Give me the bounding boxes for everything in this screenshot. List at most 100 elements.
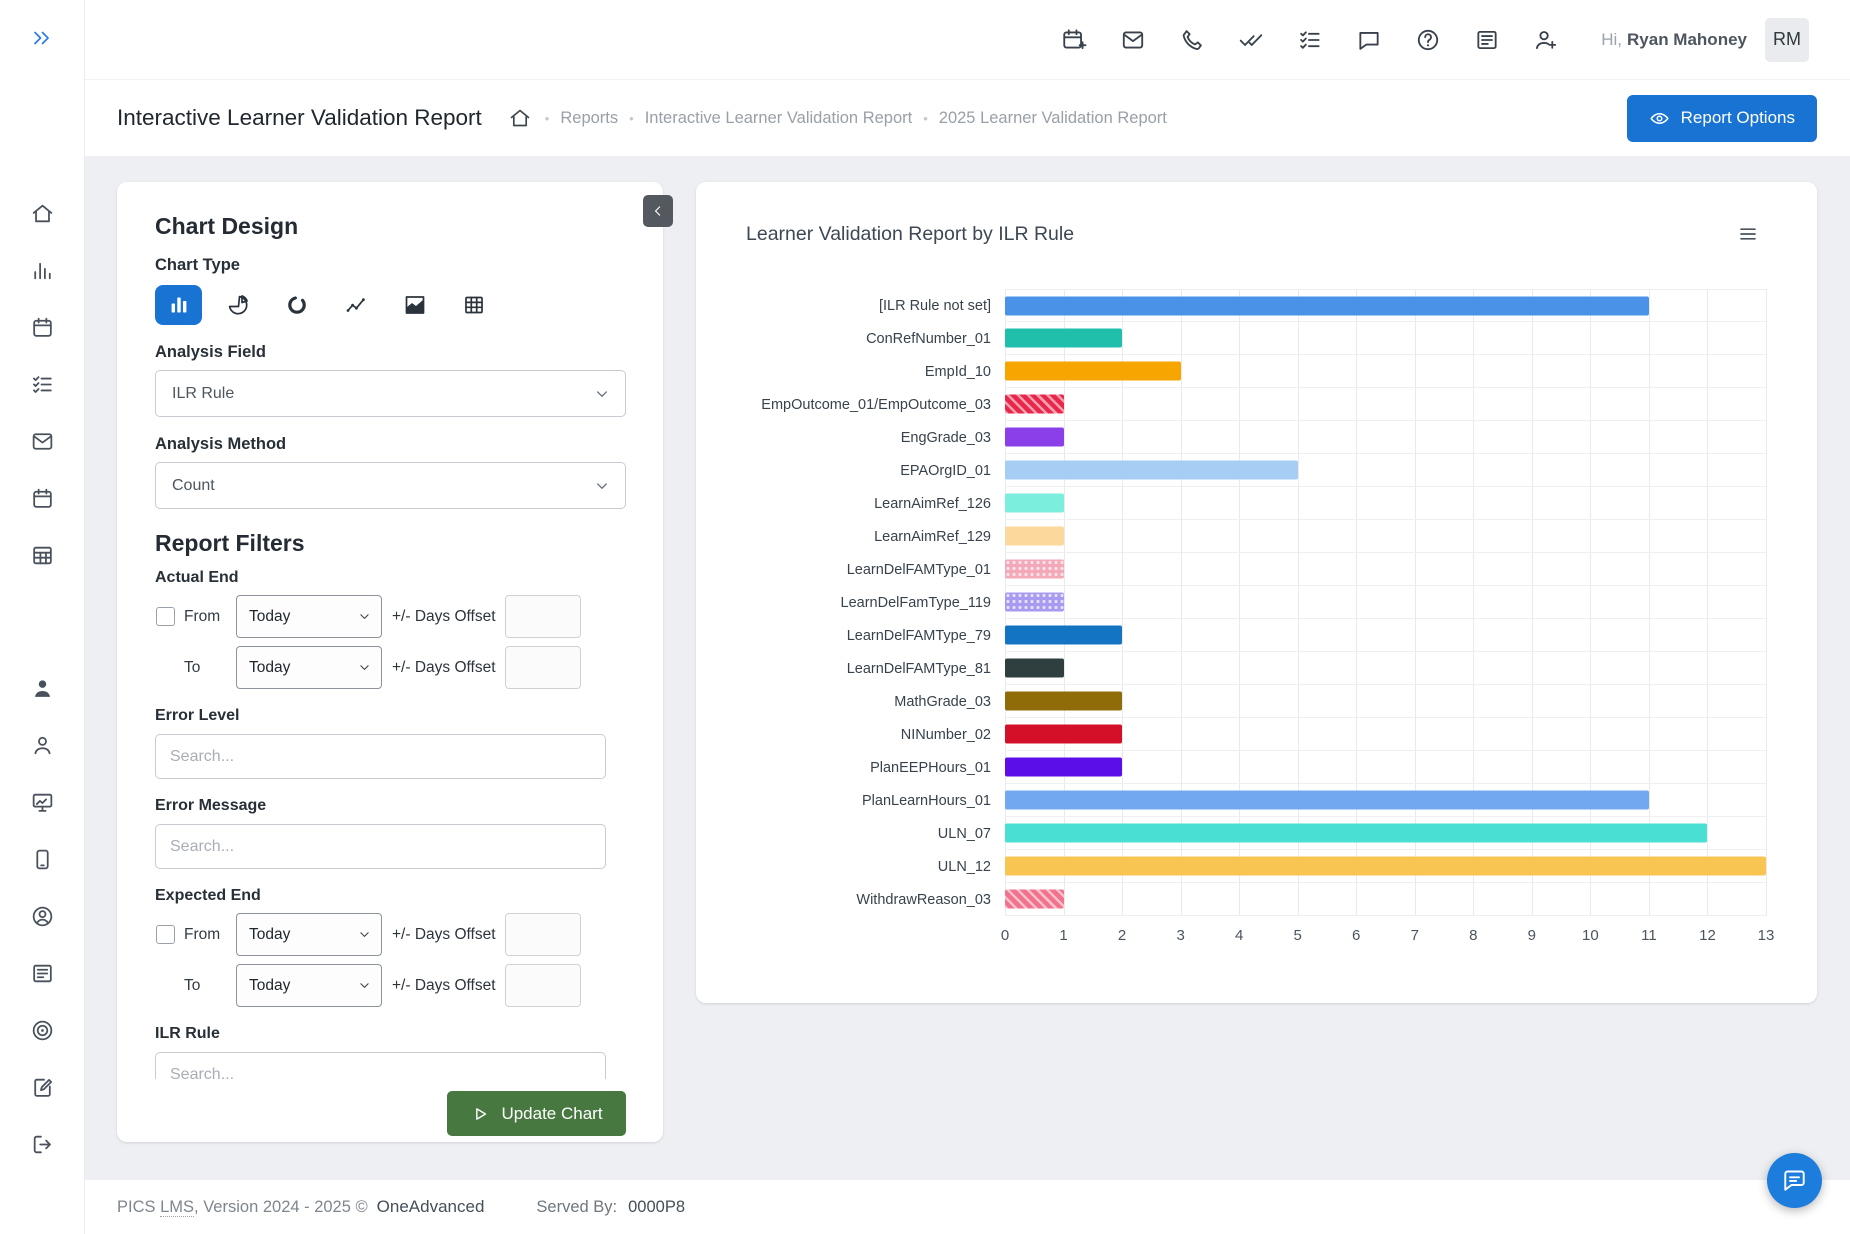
error-message-search-input[interactable] [155,824,606,869]
bar[interactable] [1005,890,1064,909]
report-options-button[interactable]: Report Options [1627,95,1817,142]
expected-end-from-checkbox[interactable] [156,925,175,944]
sidebar-item-user-circle[interactable] [17,888,67,945]
breadcrumb-item[interactable]: 2025 Learner Validation Report [939,109,1167,128]
sidebar-item-tasks[interactable] [17,356,67,413]
breadcrumb-item[interactable]: Interactive Learner Validation Report [645,109,913,128]
avatar[interactable]: RM [1765,18,1809,62]
bar[interactable] [1005,428,1064,447]
topbar-news-button[interactable] [1474,27,1500,53]
bar[interactable] [1005,857,1766,876]
bar[interactable] [1005,560,1064,579]
sidebar-item-news[interactable] [17,945,67,1002]
bar[interactable] [1005,362,1181,381]
expected-end-to-offset-input[interactable] [505,964,581,1007]
bar[interactable] [1005,494,1064,513]
date-select-value: Today [249,977,290,995]
bar[interactable] [1005,791,1649,810]
bar-row [1005,421,1766,454]
home-icon [508,106,532,130]
chart-type-line-button[interactable] [332,285,379,325]
topbar-checklist-button[interactable] [1297,27,1323,53]
sidebar-item-document-edit[interactable] [17,1059,67,1116]
chart-type-area-button[interactable] [391,285,438,325]
breadcrumb-home-button[interactable] [508,106,532,130]
topbar-chat-button[interactable] [1356,27,1382,53]
axis-tick-label: 5 [1294,927,1302,944]
sidebar-item-user-settings[interactable] [17,717,67,774]
topbar-help-button[interactable] [1415,27,1441,53]
bar-label: EmpOutcome_01/EmpOutcome_03 [696,388,1005,421]
bar[interactable] [1005,527,1064,546]
actual-end-from-select[interactable]: Today [236,595,382,638]
bar-label: EPAOrgID_01 [696,454,1005,487]
chart-type-bar-button[interactable] [155,285,202,325]
sidebar-item-device[interactable] [17,831,67,888]
update-chart-button[interactable]: Update Chart [447,1091,626,1136]
axis-tick-label: 3 [1176,927,1184,944]
chart-header: Learner Validation Report by ILR Rule [696,182,1817,246]
filters-scroll[interactable]: Actual End From Today +/- Days Offset [155,567,626,1079]
topbar-done-all-button[interactable] [1238,27,1264,53]
sidebar [0,0,85,1234]
ilr-rule-search-input[interactable] [155,1052,606,1079]
collapse-panel-button[interactable] [643,195,673,227]
chat-fab-button[interactable] [1767,1153,1822,1208]
days-offset-label: +/- Days Offset [392,659,496,677]
topbar-person-add-button[interactable] [1533,27,1559,53]
sidebar-expand-button[interactable] [30,26,54,50]
bar[interactable] [1005,395,1064,414]
sidebar-item-table[interactable] [17,527,67,584]
bar[interactable] [1005,659,1064,678]
actual-end-from-offset-input[interactable] [505,595,581,638]
sidebar-item-calendar[interactable] [17,299,67,356]
expected-end-from-select[interactable]: Today [236,913,382,956]
expected-end-to-select[interactable]: Today [236,964,382,1007]
chart-type-donut-button[interactable] [273,285,320,325]
error-level-search-input[interactable] [155,734,606,779]
date-select-value: Today [249,608,290,626]
hamburger-menu-icon [1736,222,1760,246]
bar[interactable] [1005,329,1122,348]
axis-tick-label: 0 [1001,927,1009,944]
axis-tick-label: 2 [1118,927,1126,944]
bar[interactable] [1005,692,1122,711]
sidebar-item-user[interactable] [17,660,67,717]
sidebar-item-schedule[interactable] [17,470,67,527]
bar[interactable] [1005,758,1122,777]
bar[interactable] [1005,461,1298,480]
sidebar-item-analytics[interactable] [17,242,67,299]
topbar-phone-button[interactable] [1179,27,1205,53]
analysis-method-select[interactable]: Count [155,462,626,509]
bar-row [1005,685,1766,718]
topbar-mail-button[interactable] [1120,27,1146,53]
sidebar-item-target[interactable] [17,1002,67,1059]
analysis-field-select[interactable]: ILR Rule [155,370,626,417]
bar[interactable] [1005,593,1064,612]
actual-end-to-offset-input[interactable] [505,646,581,689]
sidebar-item-home[interactable] [17,185,67,242]
bar[interactable] [1005,824,1707,843]
actual-end-from-checkbox[interactable] [156,607,175,626]
ilr-rule-label: ILR Rule [155,1025,615,1043]
bar[interactable] [1005,626,1122,645]
breadcrumb-item[interactable]: Reports [560,109,618,128]
actual-end-to-select[interactable]: Today [236,646,382,689]
user-settings-icon [30,733,55,758]
sidebar-item-workstation[interactable] [17,774,67,831]
chart-type-table-button[interactable] [450,285,497,325]
bar[interactable] [1005,725,1122,744]
chart-menu-button[interactable] [1736,222,1760,246]
tasks-icon [30,372,55,397]
sidebar-item-mail[interactable] [17,413,67,470]
expected-end-from-offset-input[interactable] [505,913,581,956]
ct-pie-icon [226,293,250,317]
bar[interactable] [1005,296,1649,315]
chart-type-pie-button[interactable] [214,285,261,325]
calendar-icon [30,315,55,340]
topbar-event-add-button[interactable] [1061,27,1087,53]
bar-row [1005,751,1766,784]
bar-label: ConRefNumber_01 [696,322,1005,355]
sidebar-item-logout[interactable] [17,1116,67,1173]
bar-label: PlanEEPHours_01 [696,751,1005,784]
